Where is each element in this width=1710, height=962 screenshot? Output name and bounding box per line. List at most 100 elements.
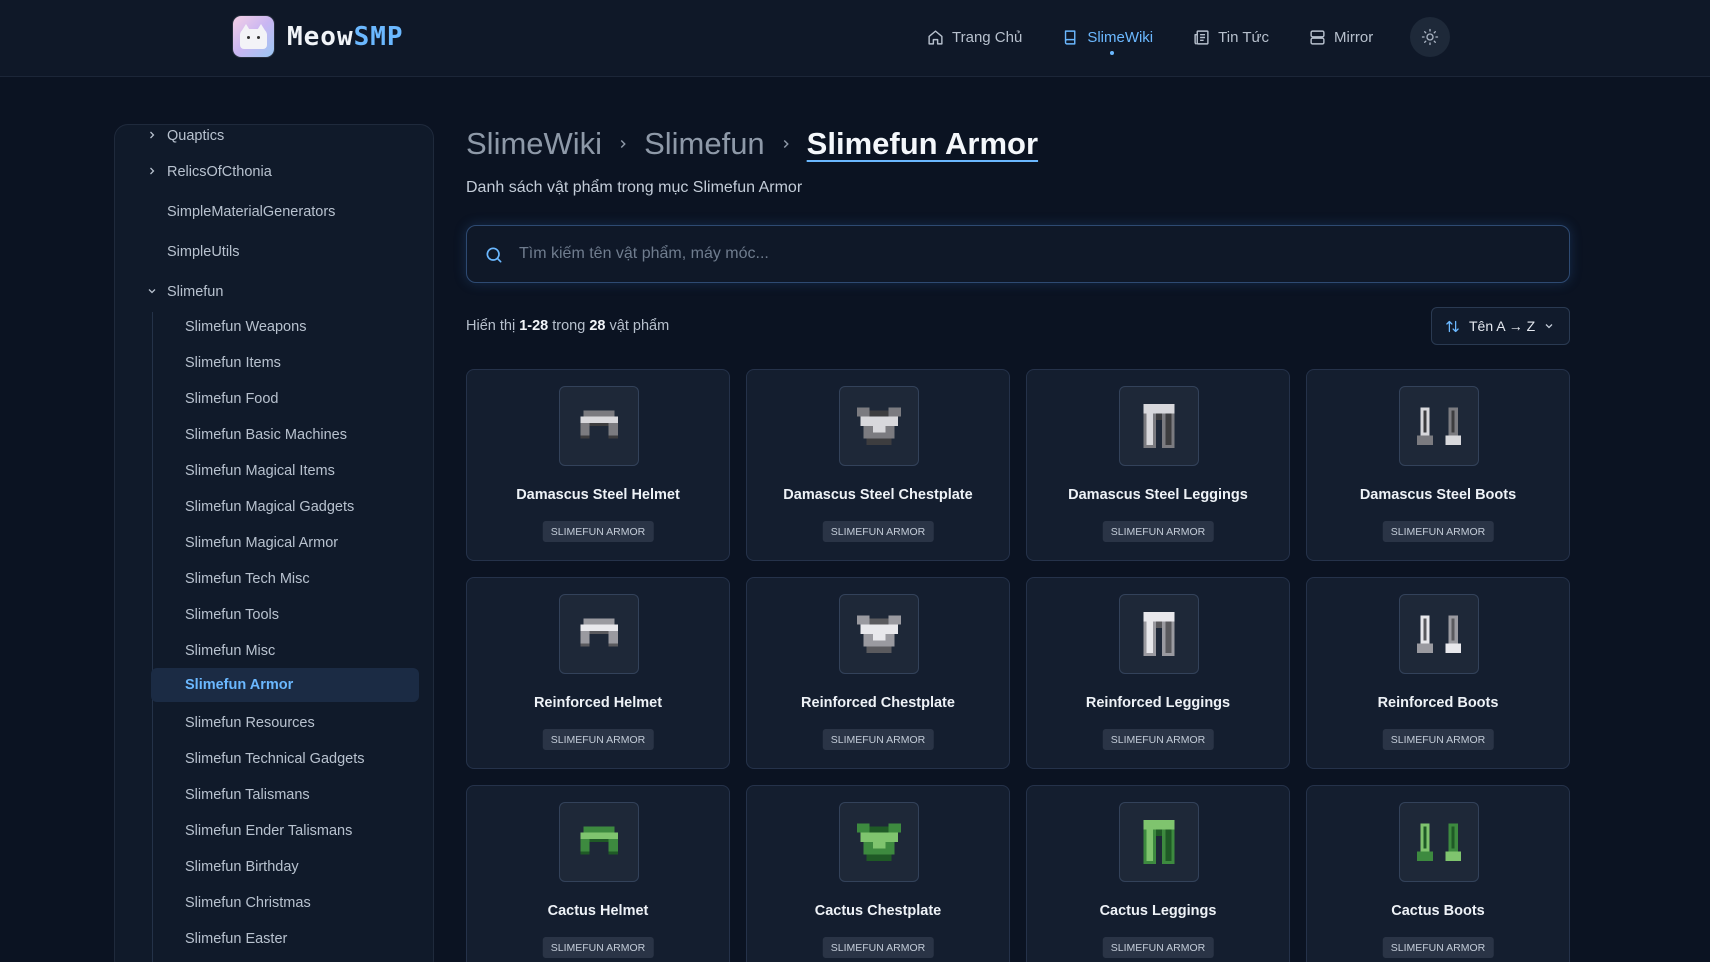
item-thumbnail xyxy=(1399,386,1479,466)
sort-label: Tên A → Z xyxy=(1469,318,1536,334)
sidebar-item-label: SimpleUtils xyxy=(167,244,240,260)
item-card[interactable]: Cactus Boots SLIMEFUN ARMOR xyxy=(1306,785,1570,962)
item-card[interactable]: Damascus Steel Helmet SLIMEFUN ARMOR xyxy=(466,369,730,561)
brand-name-part2: SMP xyxy=(353,21,404,52)
chevron-right-icon xyxy=(150,167,155,175)
nav-mirror[interactable]: Mirror xyxy=(1309,24,1373,50)
item-thumbnail xyxy=(839,386,919,466)
sidebar-item-label: Slimefun Magical Armor xyxy=(185,535,339,551)
sidebar-item-slimefun-weapons[interactable]: Slimefun Weapons xyxy=(151,310,419,344)
item-thumbnail xyxy=(1119,594,1199,674)
sidebar-item-slimefun-resources[interactable]: Slimefun Resources xyxy=(151,706,419,740)
item-name: Cactus Helmet xyxy=(547,903,649,919)
theme-toggle-button[interactable] xyxy=(1410,17,1450,57)
category-badge: SLIMEFUN ARMOR xyxy=(1102,729,1214,750)
item-name: Damascus Steel Leggings xyxy=(1068,487,1248,503)
sidebar-item-slimefun-magical-armor[interactable]: Slimefun Magical Armor xyxy=(151,526,419,560)
item-card[interactable]: Reinforced Chestplate SLIMEFUN ARMOR xyxy=(746,577,1010,769)
nav-trang-chu[interactable]: Trang Chủ xyxy=(927,24,1022,50)
sidebar-item-slimefun-misc[interactable]: Slimefun Misc xyxy=(151,634,419,668)
breadcrumb-link-slimewiki[interactable]: SlimeWiki xyxy=(466,126,602,162)
nav-slimewiki[interactable]: SlimeWiki xyxy=(1062,24,1154,55)
search-icon xyxy=(486,247,502,263)
boots-icon xyxy=(1417,407,1461,445)
item-card[interactable]: Cactus Helmet SLIMEFUN ARMOR xyxy=(466,785,730,962)
sidebar-item-slimefun-magical-items[interactable]: Slimefun Magical Items xyxy=(151,454,419,488)
sidebar-item-slimefun-tools[interactable]: Slimefun Tools xyxy=(151,598,419,632)
sort-dropdown[interactable]: Tên A → Z xyxy=(1431,307,1570,345)
item-card[interactable]: Reinforced Leggings SLIMEFUN ARMOR xyxy=(1026,577,1290,769)
nav-tin-tuc[interactable]: Tin Tức xyxy=(1193,24,1269,50)
chestplate-icon xyxy=(857,615,901,653)
sidebar-item-label: Slimefun Tools xyxy=(185,607,280,623)
item-card[interactable]: Damascus Steel Boots SLIMEFUN ARMOR xyxy=(1306,369,1570,561)
item-thumbnail xyxy=(559,802,639,882)
sidebar-item-slimefun-technical-gadgets[interactable]: Slimefun Technical Gadgets xyxy=(151,742,419,776)
item-name: Damascus Steel Chestplate xyxy=(783,487,973,503)
sidebar-item-slimefun-tech-misc[interactable]: Slimefun Tech Misc xyxy=(151,562,419,596)
item-thumbnail xyxy=(1399,802,1479,882)
results-middle: trong xyxy=(552,318,586,334)
leggings-icon xyxy=(1143,820,1175,864)
sidebar-item-label: Slimefun Tech Misc xyxy=(185,571,310,587)
sidebar-item-label: Slimefun Weapons xyxy=(185,319,307,335)
brand-logo-link[interactable]: Meow SMP xyxy=(233,16,404,57)
sidebar-item-slimefun-items[interactable]: Slimefun Items xyxy=(151,346,419,380)
item-card[interactable]: Damascus Steel Chestplate SLIMEFUN ARMOR xyxy=(746,369,1010,561)
cat-logo-icon xyxy=(233,16,274,57)
item-name: Damascus Steel Boots xyxy=(1359,487,1517,503)
item-thumbnail xyxy=(559,386,639,466)
sidebar-item-slimefun-basic-machines[interactable]: Slimefun Basic Machines xyxy=(151,418,419,452)
item-card[interactable]: Reinforced Boots SLIMEFUN ARMOR xyxy=(1306,577,1570,769)
category-badge: SLIMEFUN ARMOR xyxy=(1102,937,1214,958)
results-count: Hiển thị 1-28 trong 28 vật phẩm xyxy=(466,318,669,334)
item-card[interactable]: Damascus Steel Leggings SLIMEFUN ARMOR xyxy=(1026,369,1290,561)
server-icon xyxy=(1310,29,1325,45)
nav-label: SlimeWiki xyxy=(1087,28,1154,46)
sidebar-item-label: Slimefun xyxy=(167,284,224,300)
item-name: Cactus Leggings xyxy=(1099,903,1217,919)
sidebar-item-slimefun-birthday[interactable]: Slimefun Birthday xyxy=(151,850,419,884)
category-badge: SLIMEFUN ARMOR xyxy=(822,729,934,750)
category-badge: SLIMEFUN ARMOR xyxy=(1382,937,1494,958)
chevron-right-icon xyxy=(150,131,155,139)
sidebar-item-slimefun-magical-gadgets[interactable]: Slimefun Magical Gadgets xyxy=(151,490,419,524)
main-nav: Trang Chủ SlimeWiki Tin Tức Mirror xyxy=(927,24,1413,55)
newspaper-icon xyxy=(1194,29,1209,45)
item-card[interactable]: Cactus Chestplate SLIMEFUN ARMOR xyxy=(746,785,1010,962)
search-input[interactable] xyxy=(519,226,1549,282)
results-suffix: vật phẩm xyxy=(609,318,670,334)
sidebar-item-slimefun-christmas[interactable]: Slimefun Christmas xyxy=(151,886,419,920)
item-thumbnail xyxy=(1119,802,1199,882)
item-card[interactable]: Cactus Leggings SLIMEFUN ARMOR xyxy=(1026,785,1290,962)
item-thumbnail xyxy=(1399,594,1479,674)
results-total: 28 xyxy=(589,318,606,334)
chevron-down-icon xyxy=(148,289,156,294)
breadcrumb-link-slimefun[interactable]: Slimefun xyxy=(644,126,765,162)
sidebar-item-slimefun-ender-talismans[interactable]: Slimefun Ender Talismans xyxy=(151,814,419,848)
category-badge: SLIMEFUN ARMOR xyxy=(822,937,934,958)
book-icon xyxy=(1065,29,1076,45)
sidebar-item-slimefun-armor[interactable]: Slimefun Armor xyxy=(151,668,419,702)
nav-label: Mirror xyxy=(1334,28,1374,46)
sidebar-item-label: Slimefun Resources xyxy=(185,715,315,731)
item-name: Cactus Chestplate xyxy=(814,903,942,919)
chestplate-icon xyxy=(857,407,901,445)
page-subtitle: Danh sách vật phẩm trong mục Slimefun Ar… xyxy=(466,179,803,196)
sidebar-item-slimefun-food[interactable]: Slimefun Food xyxy=(151,382,419,416)
brand-name: Meow SMP xyxy=(287,22,404,52)
nav-label: Trang Chủ xyxy=(952,28,1023,46)
item-thumbnail xyxy=(839,594,919,674)
chevron-right-icon xyxy=(779,137,793,151)
sidebar-item-slimefun-talismans[interactable]: Slimefun Talismans xyxy=(151,778,419,812)
sidebar-item-label: Slimefun Technical Gadgets xyxy=(185,751,365,767)
sort-arrows-icon xyxy=(1446,320,1459,332)
sidebar-item-slimefun-easter[interactable]: Slimefun Easter xyxy=(151,922,419,956)
item-name: Cactus Boots xyxy=(1391,903,1485,919)
category-badge: SLIMEFUN ARMOR xyxy=(822,521,934,542)
brand-name-part1: Meow xyxy=(287,21,354,52)
item-card[interactable]: Reinforced Helmet SLIMEFUN ARMOR xyxy=(466,577,730,769)
boots-icon xyxy=(1417,615,1461,653)
sidebar-item-label: Slimefun Misc xyxy=(185,643,276,659)
breadcrumb: SlimeWiki Slimefun Slimefun Armor xyxy=(466,124,1038,164)
